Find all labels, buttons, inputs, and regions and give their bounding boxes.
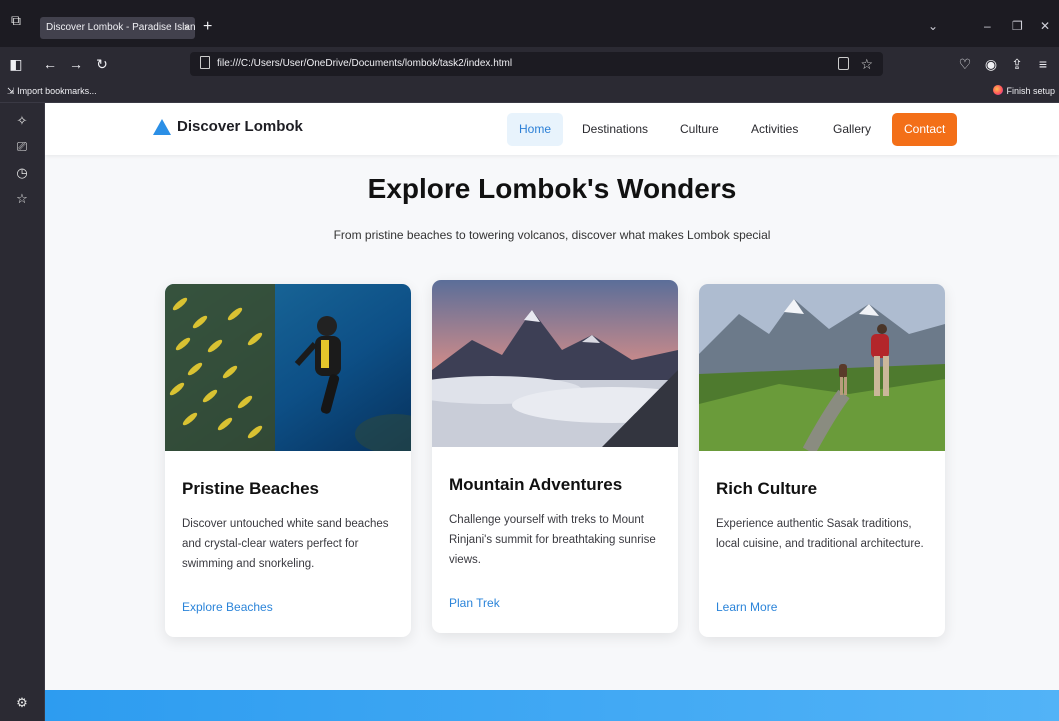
- settings-gear-icon[interactable]: ⚙: [14, 695, 30, 711]
- card-culture: Rich Culture Experience authentic Sasak …: [699, 284, 945, 637]
- card-title: Mountain Adventures: [449, 475, 623, 494]
- hero-subtitle: From pristine beaches to towering volcan…: [333, 228, 771, 242]
- card-image-diver: [165, 284, 411, 451]
- import-icon: ⇲: [7, 86, 15, 96]
- plan-trek-link[interactable]: Plan Trek: [449, 596, 500, 610]
- nav-culture[interactable]: Culture: [668, 113, 731, 146]
- hero-title: Explore Lombok's Wonders: [367, 173, 737, 204]
- ai-chatbot-icon[interactable]: ✧: [14, 113, 30, 129]
- card-mountains: Mountain Adventures Challenge yourself w…: [432, 280, 678, 633]
- minimize-icon[interactable]: –: [984, 16, 991, 36]
- nav-activities[interactable]: Activities: [739, 113, 810, 146]
- hamburger-menu-icon[interactable]: ≡: [1033, 54, 1053, 74]
- reader-view-icon[interactable]: [838, 57, 849, 70]
- site-logo[interactable]: Discover Lombok: [153, 118, 303, 135]
- learn-more-link[interactable]: Learn More: [716, 600, 777, 614]
- bookmarks-star-icon[interactable]: ☆: [14, 191, 30, 207]
- tab-title: Discover Lombok - Paradise Island: [46, 22, 195, 33]
- browser-tab[interactable]: Discover Lombok - Paradise Island ×: [40, 17, 195, 39]
- card-title: Pristine Beaches: [182, 479, 320, 498]
- close-window-icon[interactable]: ✕: [1040, 16, 1050, 36]
- finish-setup-label: Finish setup: [1006, 86, 1055, 96]
- import-bookmarks-link[interactable]: ⇲ Import bookmarks...: [7, 81, 97, 101]
- page-viewport: Discover Lombok Home Destinations Cultur…: [45, 103, 1059, 721]
- card-description: Discover untouched white sand beaches an…: [182, 518, 389, 570]
- chevron-down-icon[interactable]: ⌄: [928, 16, 938, 36]
- tab-bar: ⧉ Discover Lombok - Paradise Island × + …: [0, 0, 1059, 47]
- sidebar-toggle-icon[interactable]: ◧: [6, 54, 26, 74]
- logo-text: Discover Lombok: [177, 118, 303, 135]
- card-description: Experience authentic Sasak traditions, l…: [716, 518, 924, 550]
- explore-beaches-link[interactable]: Explore Beaches: [182, 600, 273, 614]
- card-title: Rich Culture: [716, 479, 818, 498]
- nav-home[interactable]: Home: [507, 113, 564, 146]
- card-beaches: Pristine Beaches Discover untouched whit…: [165, 284, 411, 637]
- tab-list-icon[interactable]: ⧉: [8, 12, 24, 28]
- site-header: Discover Lombok Home Destinations Cultur…: [45, 103, 1059, 155]
- finish-setup-link[interactable]: Finish setup: [993, 81, 1055, 101]
- card-image-mountains: [432, 280, 678, 447]
- tab-close-icon[interactable]: ×: [184, 17, 190, 39]
- card-image-hikers: [699, 284, 945, 451]
- history-icon[interactable]: ◷: [14, 165, 30, 181]
- firefox-icon: [993, 85, 1004, 95]
- account-icon[interactable]: ◉: [981, 54, 1001, 74]
- pocket-icon[interactable]: ♡: [955, 54, 975, 74]
- import-bookmarks-label: Import bookmarks...: [17, 86, 97, 96]
- blue-section-band: [45, 690, 1059, 721]
- card-description: Challenge yourself with treks to Mount R…: [449, 514, 656, 566]
- new-tab-button[interactable]: +: [203, 16, 212, 38]
- synced-tabs-icon[interactable]: ⎚: [14, 139, 30, 155]
- extensions-icon[interactable]: ⇪: [1007, 54, 1027, 74]
- contact-button[interactable]: Contact: [892, 113, 958, 146]
- restore-icon[interactable]: ❐: [1012, 16, 1023, 36]
- bookmarks-bar: ⇲ Import bookmarks... Finish setup: [0, 81, 1059, 103]
- url-bar[interactable]: file:///C:/Users/User/OneDrive/Documents…: [190, 52, 883, 76]
- page-icon: [200, 56, 210, 69]
- mountain-logo-icon: [153, 118, 171, 135]
- forward-arrow-icon[interactable]: →: [66, 54, 86, 74]
- reload-icon[interactable]: ↻: [92, 54, 112, 74]
- url-text[interactable]: file:///C:/Users/User/OneDrive/Documents…: [217, 52, 512, 76]
- nav-destinations[interactable]: Destinations: [570, 113, 660, 146]
- nav-gallery[interactable]: Gallery: [821, 113, 883, 146]
- back-arrow-icon[interactable]: ←: [40, 54, 60, 74]
- browser-sidebar: ✧ ⎚ ◷ ☆ ⚙: [0, 103, 45, 721]
- bookmark-star-icon[interactable]: ☆: [860, 54, 873, 74]
